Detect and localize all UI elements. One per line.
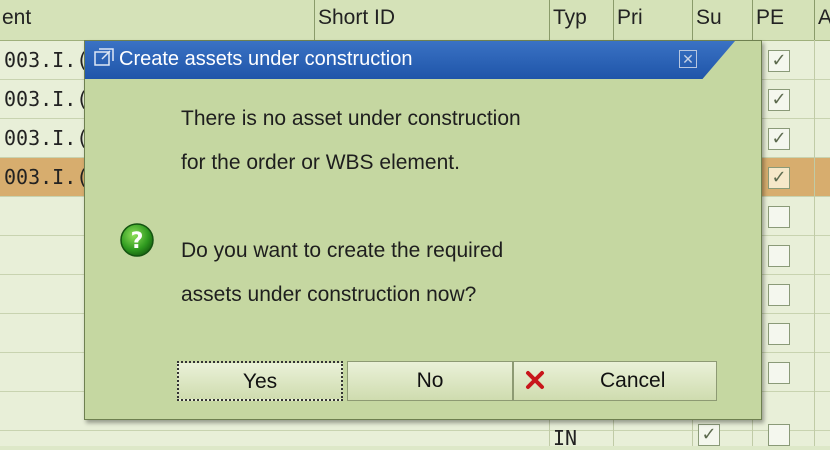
table-header: ent Short ID Typ Pri Su PE A [0,0,830,41]
pe-checkbox[interactable] [768,206,790,228]
column-line [814,40,815,446]
message-line-1: There is no asset under construction [181,107,521,130]
pe-checkbox[interactable]: ✓ [768,50,790,72]
question-line-2: assets under construction now? [181,283,477,306]
element-cell: 003.I.( [4,165,89,189]
column-separator [814,0,815,40]
window-icon [94,48,114,66]
column-header-element[interactable]: ent [2,0,31,40]
cancel-label: Cancel [600,369,666,392]
pe-checkbox[interactable] [768,245,790,267]
typ-cell: IN [553,426,578,450]
column-separator [752,0,753,40]
column-header-a[interactable]: A [818,0,830,40]
pe-checkbox[interactable]: ✓ [768,89,790,111]
column-header-su[interactable]: Su [696,0,722,40]
column-separator [692,0,693,40]
column-header-pe[interactable]: PE [756,0,784,40]
pe-checkbox[interactable] [768,323,790,345]
column-header-pri[interactable]: Pri [617,0,643,40]
create-auc-dialog: Create assets under construction ✕ There… [84,40,762,420]
element-cell: 003.I.( [4,87,89,111]
column-separator [314,0,315,40]
column-separator [613,0,614,40]
cancel-x-icon [526,371,544,389]
pe-checkbox[interactable] [768,424,790,446]
svg-text:?: ? [131,229,144,254]
no-button[interactable]: No [347,361,513,401]
column-separator [549,0,550,40]
su-checkbox[interactable]: ✓ [698,424,720,446]
pe-checkbox[interactable]: ✓ [768,167,790,189]
yes-button[interactable]: Yes [177,361,343,401]
column-header-short-id[interactable]: Short ID [318,0,395,40]
pe-checkbox[interactable] [768,362,790,384]
column-header-typ[interactable]: Typ [553,0,587,40]
question-line-1: Do you want to create the required [181,239,504,262]
dialog-titlebar[interactable]: Create assets under construction ✕ [85,41,763,79]
message-line-2: for the order or WBS element. [181,151,460,174]
question-icon: ? [120,223,154,257]
element-cell: 003.I.( [4,126,89,150]
pe-checkbox[interactable] [768,284,790,306]
element-cell: 003.I.( [4,48,89,72]
pe-checkbox[interactable]: ✓ [768,128,790,150]
close-icon[interactable]: ✕ [679,50,697,68]
cancel-button[interactable]: Cancel [513,361,717,401]
dialog-title: Create assets under construction [119,48,413,70]
